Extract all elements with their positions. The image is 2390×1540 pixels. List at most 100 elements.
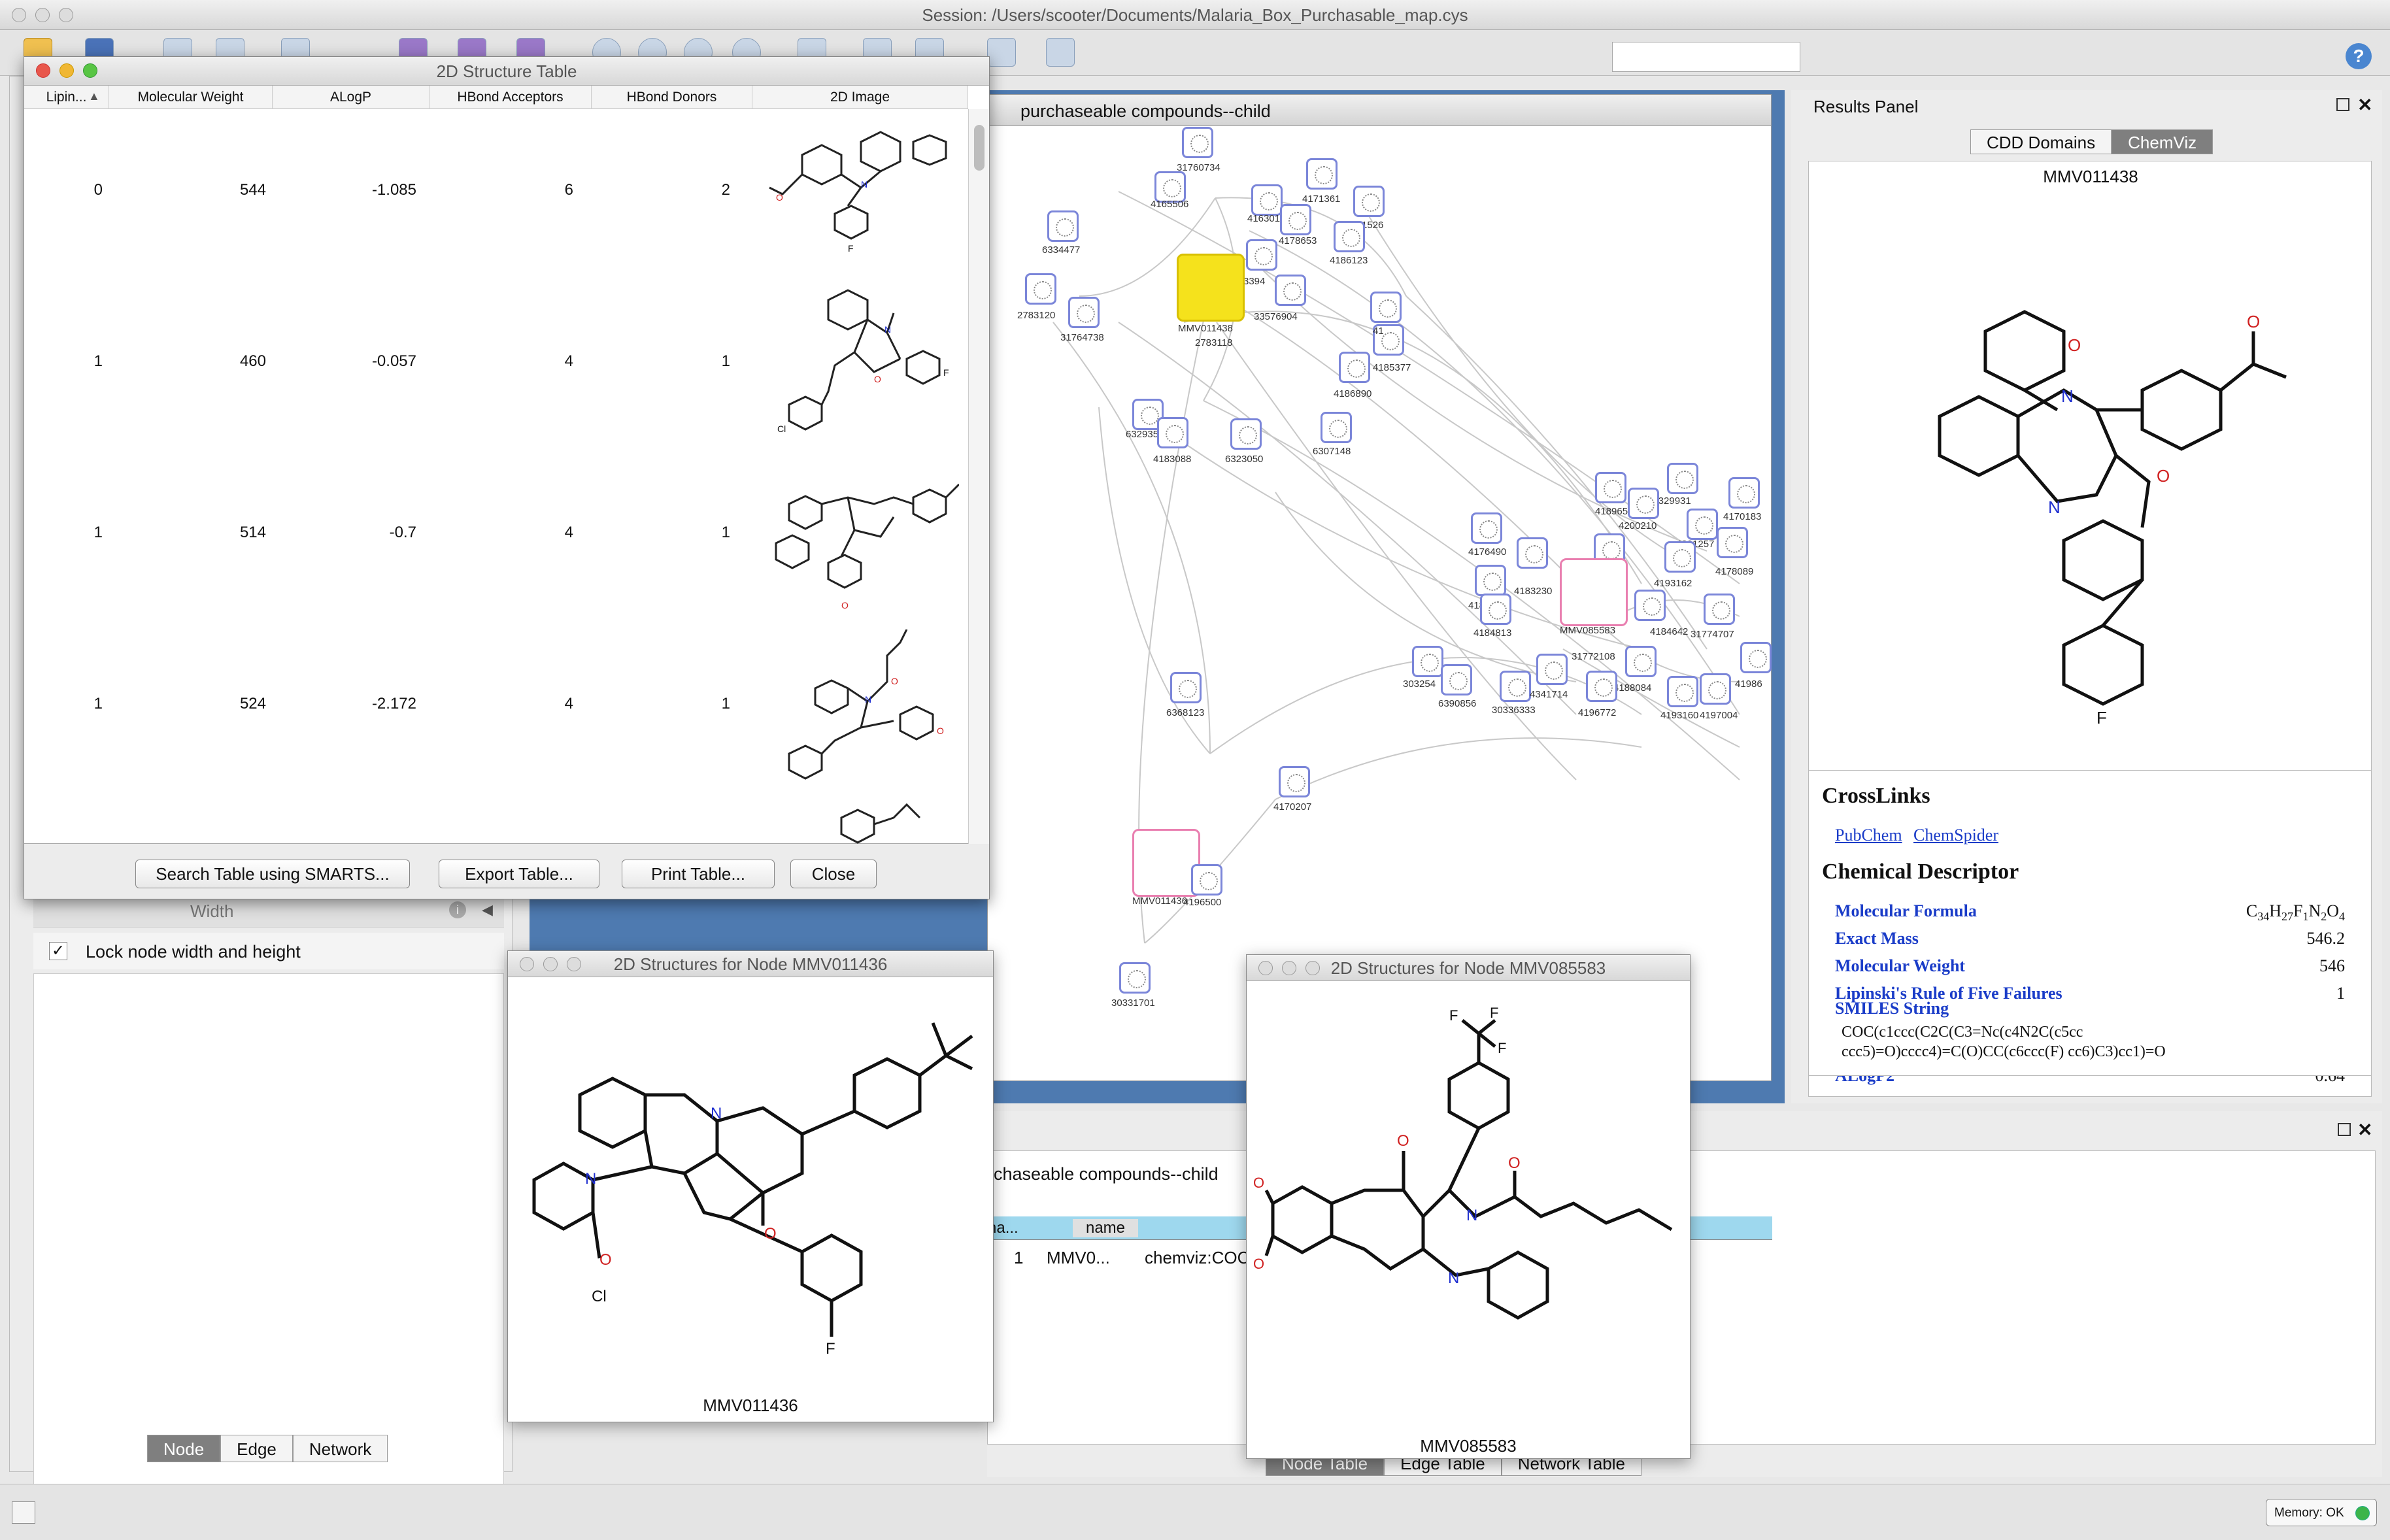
network-node[interactable] — [1480, 594, 1511, 625]
network-node[interactable] — [1370, 292, 1402, 323]
descriptor-key[interactable]: Molecular Weight — [1835, 956, 1965, 976]
table-row[interactable]: 1 460 -0.057 4 1 N O F Cl — [24, 280, 968, 452]
network-node[interactable] — [1275, 275, 1306, 306]
network-node[interactable] — [1412, 646, 1443, 677]
close-window-icon[interactable] — [36, 63, 50, 78]
table-row[interactable]: 1 524 -2.172 4 1 N O O — [24, 623, 968, 794]
network-node[interactable] — [1628, 488, 1659, 519]
tab-cdd-domains[interactable]: CDD Domains — [1970, 129, 2112, 154]
network-node[interactable] — [1717, 527, 1748, 558]
node-window-controls[interactable] — [1258, 961, 1320, 975]
window-controls[interactable] — [12, 8, 73, 22]
close-panel-icon[interactable]: ✕ — [2357, 94, 2372, 116]
tab-chemviz[interactable]: ChemViz — [2112, 129, 2213, 154]
structure-table-window-controls[interactable] — [36, 63, 97, 78]
network-node[interactable] — [1154, 171, 1186, 203]
network-node[interactable] — [1664, 541, 1696, 573]
lock-checkbox[interactable]: ✓ — [49, 942, 67, 960]
minimize-window-icon[interactable] — [1282, 961, 1296, 975]
zoom-window-icon[interactable] — [1305, 961, 1320, 975]
column-header[interactable]: name — [1073, 1219, 1138, 1237]
network-node[interactable] — [1475, 565, 1506, 596]
zoom-window-icon[interactable] — [83, 63, 97, 78]
float-panel-icon[interactable] — [2336, 98, 2349, 111]
zoom-window-icon[interactable] — [59, 8, 73, 22]
pink-node-mmv011436[interactable] — [1132, 829, 1200, 897]
network-node[interactable] — [1182, 127, 1213, 158]
network-node[interactable] — [1500, 671, 1531, 702]
tab-network[interactable]: Network — [292, 1435, 388, 1462]
column-header[interactable]: HBond Acceptors — [429, 86, 592, 109]
print-table-button[interactable]: Print Table... — [622, 860, 775, 888]
collapse-arrow-icon[interactable]: ◀ — [482, 901, 493, 918]
selected-node[interactable] — [1177, 254, 1245, 322]
network-node[interactable] — [1634, 590, 1666, 621]
network-node[interactable] — [1157, 417, 1188, 448]
network-node[interactable] — [1119, 962, 1151, 994]
network-node[interactable] — [1321, 412, 1352, 443]
network-node[interactable] — [1586, 671, 1617, 702]
network-node[interactable] — [1246, 239, 1277, 271]
minimize-window-icon[interactable] — [35, 8, 50, 22]
network-node[interactable] — [1191, 864, 1222, 896]
network-node[interactable] — [1536, 654, 1568, 685]
help-icon[interactable]: ? — [2346, 43, 2372, 69]
network-node[interactable] — [1625, 646, 1657, 677]
network-node[interactable] — [1068, 297, 1100, 328]
info-icon[interactable]: i — [449, 901, 466, 918]
table-scrollbar[interactable] — [968, 109, 989, 844]
scrollbar-thumb[interactable] — [974, 125, 985, 171]
column-header[interactable]: ALogP — [273, 86, 429, 109]
network-node[interactable] — [1279, 766, 1310, 797]
network-node[interactable] — [1025, 273, 1056, 305]
network-node[interactable] — [1280, 204, 1311, 235]
network-node[interactable] — [1251, 184, 1283, 216]
console-icon[interactable] — [12, 1501, 35, 1524]
close-window-icon[interactable] — [520, 957, 534, 971]
network-node[interactable] — [1687, 509, 1718, 540]
column-header[interactable]: Molecular Weight — [109, 86, 273, 109]
zoom-window-icon[interactable] — [567, 957, 581, 971]
network-node[interactable] — [1471, 512, 1502, 544]
chemspider-link[interactable]: ChemSpider — [1913, 826, 1998, 845]
close-table-icon[interactable]: ✕ — [2357, 1119, 2372, 1141]
descriptor-key[interactable]: Molecular Formula — [1835, 901, 1977, 921]
tab-node[interactable]: Node — [147, 1435, 221, 1462]
network-node[interactable] — [1700, 673, 1731, 705]
network-node[interactable] — [1230, 418, 1262, 450]
descriptor-key[interactable]: Exact Mass — [1835, 929, 1919, 948]
network-node[interactable] — [1170, 672, 1202, 703]
column-header[interactable]: na... — [988, 1219, 1034, 1237]
minimize-window-icon[interactable] — [543, 957, 558, 971]
network-node[interactable] — [1334, 221, 1365, 252]
network-node[interactable] — [1441, 664, 1472, 695]
column-header[interactable]: HBond Donors — [592, 86, 752, 109]
close-window-icon[interactable] — [12, 8, 26, 22]
network-node[interactable] — [1353, 186, 1385, 217]
node-window-controls[interactable] — [520, 957, 581, 971]
network-node[interactable] — [1595, 472, 1626, 503]
network-node[interactable] — [1517, 537, 1548, 569]
table-row[interactable]: 1 514 -0.7 4 1 O — [24, 452, 968, 623]
network-node[interactable] — [1306, 158, 1338, 190]
sort-ascending-icon[interactable]: ▲ — [88, 90, 100, 103]
close-button[interactable]: Close — [790, 860, 877, 888]
network-node[interactable] — [1667, 463, 1698, 494]
network-graph-icon[interactable] — [1046, 38, 1075, 67]
pink-node-mmv085583[interactable] — [1560, 558, 1628, 626]
network-node[interactable] — [1728, 477, 1760, 509]
memory-indicator[interactable]: Memory: OK — [2266, 1499, 2377, 1526]
lock-row[interactable]: ✓ Lock node width and height — [33, 933, 504, 969]
column-header[interactable]: 2D Image — [752, 86, 968, 109]
network-node[interactable] — [1704, 594, 1735, 625]
float-table-icon[interactable] — [2338, 1123, 2351, 1136]
close-window-icon[interactable] — [1258, 961, 1273, 975]
tab-edge[interactable]: Edge — [220, 1435, 293, 1462]
table-row[interactable]: 0 544 -1.085 6 2 N O F — [24, 109, 968, 280]
export-table-button[interactable]: Export Table... — [439, 860, 599, 888]
network-node[interactable] — [1740, 642, 1772, 673]
network-node[interactable] — [1667, 676, 1698, 707]
search-smarts-button[interactable]: Search Table using SMARTS... — [135, 860, 410, 888]
network-node[interactable] — [1339, 352, 1370, 383]
search-input[interactable] — [1612, 42, 1800, 72]
